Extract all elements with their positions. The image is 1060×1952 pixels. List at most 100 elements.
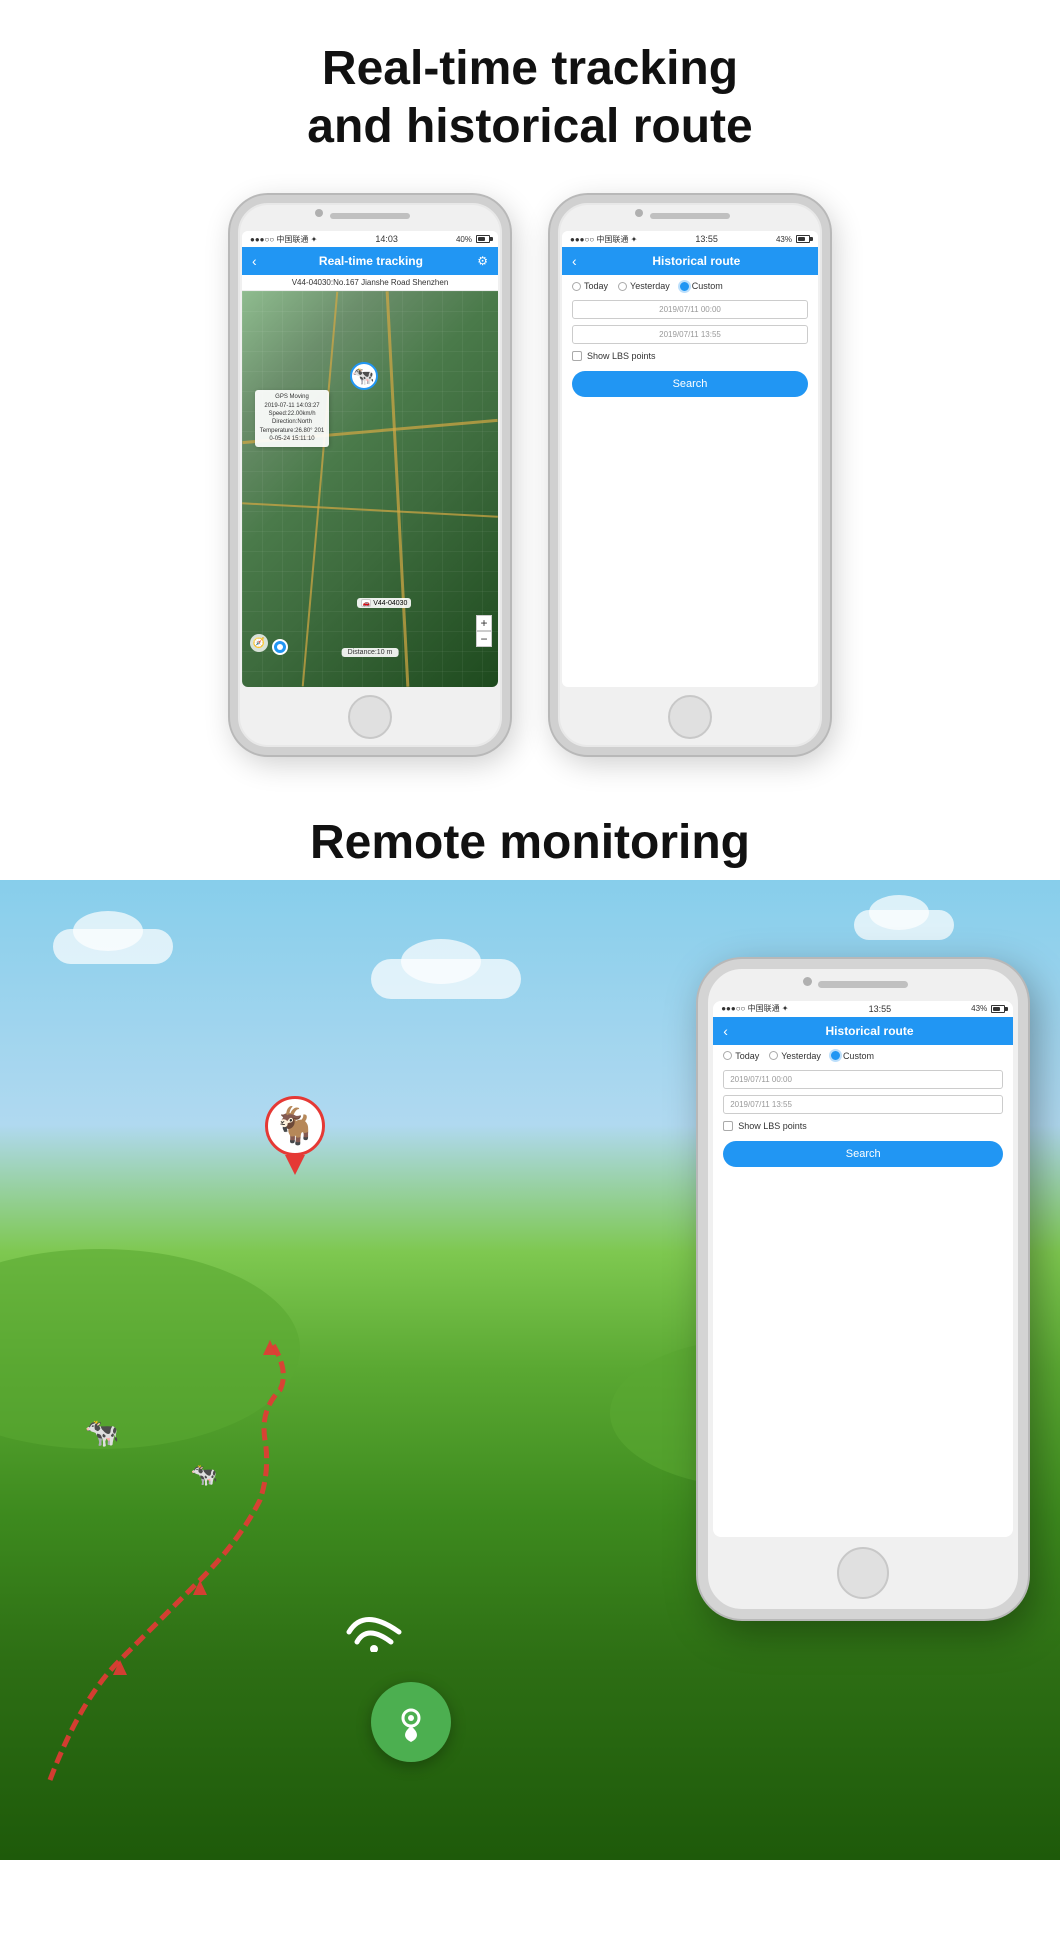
lbs-checkbox[interactable] [572,351,582,361]
battery-icon-large [991,1005,1005,1013]
option-today[interactable]: Today [572,281,608,291]
section-remote: Remote monitoring [0,785,1060,870]
gps-line4: Direction:North [260,418,324,426]
animal-avatar: 🐄 [350,362,378,390]
scene-pin-tail [285,1155,305,1175]
time-2: 13:55 [695,234,718,244]
gps-line1: GPS Moving [260,393,324,401]
zoom-out-btn[interactable]: − [476,631,492,647]
checkbox-row: Show LBS points [562,347,818,365]
label-today-large: Today [735,1051,759,1061]
radio-today[interactable] [572,282,581,291]
zoom-in-btn[interactable]: + [476,615,492,631]
gps-green-button[interactable] [371,1682,451,1762]
date-input-large-2[interactable]: 2019/07/11 13:55 [723,1095,1003,1114]
date-input-2[interactable]: 2019/07/11 13:55 [572,325,808,344]
phone-historical: ●●●○○ 中国联通 ✦ 13:55 43% ‹ Historical rout… [550,195,830,755]
phones-row: ●●●○○ 中国联通 ✦ 14:03 40% ‹ Real-time track… [20,195,1040,755]
radio-custom-large[interactable] [831,1051,840,1060]
status-bar-2: ●●●○○ 中国联通 ✦ 13:55 43% [562,231,818,247]
checkbox-label-large: Show LBS points [738,1121,807,1131]
gps-info-popup: GPS Moving 2019-07-11 14:03:27 Speed:22.… [255,390,329,446]
app-header-1: ‹ Real-time tracking ⚙ [242,247,498,275]
option-today-large[interactable]: Today [723,1051,759,1061]
battery-icon-2 [796,235,810,243]
vehicle-id: V44-04030 [373,600,407,607]
battery-pct-2: 43% [776,235,792,244]
radio-yesterday[interactable] [618,282,627,291]
wifi-signal-icon [339,1592,409,1664]
scene-gps-pin: 🐐 [265,1096,325,1175]
phone-large: ●●●○○ 中国联通 ✦ 13:55 43% ‹ Historical rout… [698,959,1028,1619]
remote-scene: 🐄 🐄 🐐 ●●●○○ 中国联通 ✦ [0,880,1060,1860]
settings-icon-1[interactable]: ⚙ [477,254,488,268]
battery-pct-1: 40% [456,235,472,244]
back-btn-1[interactable]: ‹ [252,253,257,269]
vehicle-icon: 🚗 [361,599,371,607]
vehicle-label: 🚗 V44-04030 [357,598,411,608]
animal-emoji: 🐄 [352,366,374,387]
time-large: 13:55 [869,1004,892,1014]
header-title-1: Real-time tracking [265,254,478,268]
search-button-large[interactable]: Search [723,1141,1003,1167]
option-yesterday[interactable]: Yesterday [618,281,670,291]
option-yesterday-large[interactable]: Yesterday [769,1051,821,1061]
battery-large: 43% [971,1004,1005,1013]
phone-large-screen: ●●●○○ 中国联通 ✦ 13:55 43% ‹ Historical rout… [713,1001,1013,1537]
gps-pin: 🐄 [350,362,378,390]
search-button-1[interactable]: Search [572,371,808,397]
remote-title: Remote monitoring [20,815,1040,870]
battery-2: 43% [776,235,810,244]
animal-cow2: 🐄 [191,1462,218,1488]
label-custom-large: Custom [843,1051,874,1061]
home-button-large[interactable] [837,1547,889,1599]
hist-options-large: Today Yesterday Custom [713,1045,1013,1067]
option-custom-large[interactable]: Custom [831,1051,874,1061]
carrier-large: ●●●○○ 中国联通 ✦ [721,1003,788,1014]
home-button-1[interactable] [348,695,392,739]
battery-1: 40% [456,235,490,244]
cloud-3 [854,910,954,940]
title-line2: and historical route [307,100,752,153]
date-input-large-1[interactable]: 2019/07/11 00:00 [723,1070,1003,1089]
hist-options: Today Yesterday Custom [562,275,818,297]
header-title-2: Historical route [585,254,808,268]
gps-line5: Temperature:26.80° 201 [260,427,324,435]
label-yesterday-large: Yesterday [781,1051,821,1061]
option-custom[interactable]: Custom [680,281,723,291]
app-header-large: ‹ Historical route [713,1017,1013,1045]
label-yesterday: Yesterday [630,281,670,291]
gps-line3: Speed:22.00km/h [260,410,324,418]
checkbox-row-large: Show LBS points [713,1117,1013,1135]
animal-cow: 🐄 [85,1416,120,1449]
status-bar-1: ●●●○○ 中国联通 ✦ 14:03 40% [242,231,498,247]
back-btn-2[interactable]: ‹ [572,253,577,269]
status-bar-large: ●●●○○ 中国联通 ✦ 13:55 43% [713,1001,1013,1017]
gps-line2: 2019-07-11 14:03:27 [260,402,324,410]
gps-line6: 0-05-24 15:11:10 [260,435,324,443]
scene-animal-avatar: 🐐 [265,1096,325,1156]
time-1: 14:03 [375,234,398,244]
distance-label: Distance:10 m [342,648,399,657]
phone1-screen: ●●●○○ 中国联通 ✦ 14:03 40% ‹ Real-time track… [242,231,498,687]
cloud-2 [371,959,521,999]
lbs-checkbox-large[interactable] [723,1121,733,1131]
section-tracking: Real-time tracking and historical route … [0,0,1060,785]
map-area-1[interactable]: GPS Moving 2019-07-11 14:03:27 Speed:22.… [242,291,498,687]
carrier-1: ●●●○○ 中国联通 ✦ [250,234,317,245]
battery-icon-1 [476,235,490,243]
back-btn-large[interactable]: ‹ [723,1023,728,1039]
cloud-1 [53,929,173,964]
radio-yesterday-large[interactable] [769,1051,778,1060]
map-grid [242,291,498,687]
phone2-screen: ●●●○○ 中国联通 ✦ 13:55 43% ‹ Historical rout… [562,231,818,687]
radio-custom[interactable] [680,282,689,291]
battery-pct-large: 43% [971,1004,987,1013]
home-button-2[interactable] [668,695,712,739]
header-title-large: Historical route [736,1024,1003,1038]
label-today: Today [584,281,608,291]
radio-today-large[interactable] [723,1051,732,1060]
date-input-1[interactable]: 2019/07/11 00:00 [572,300,808,319]
title-line1: Real-time tracking [322,42,738,95]
phone-realtime: ●●●○○ 中国联通 ✦ 14:03 40% ‹ Real-time track… [230,195,510,755]
